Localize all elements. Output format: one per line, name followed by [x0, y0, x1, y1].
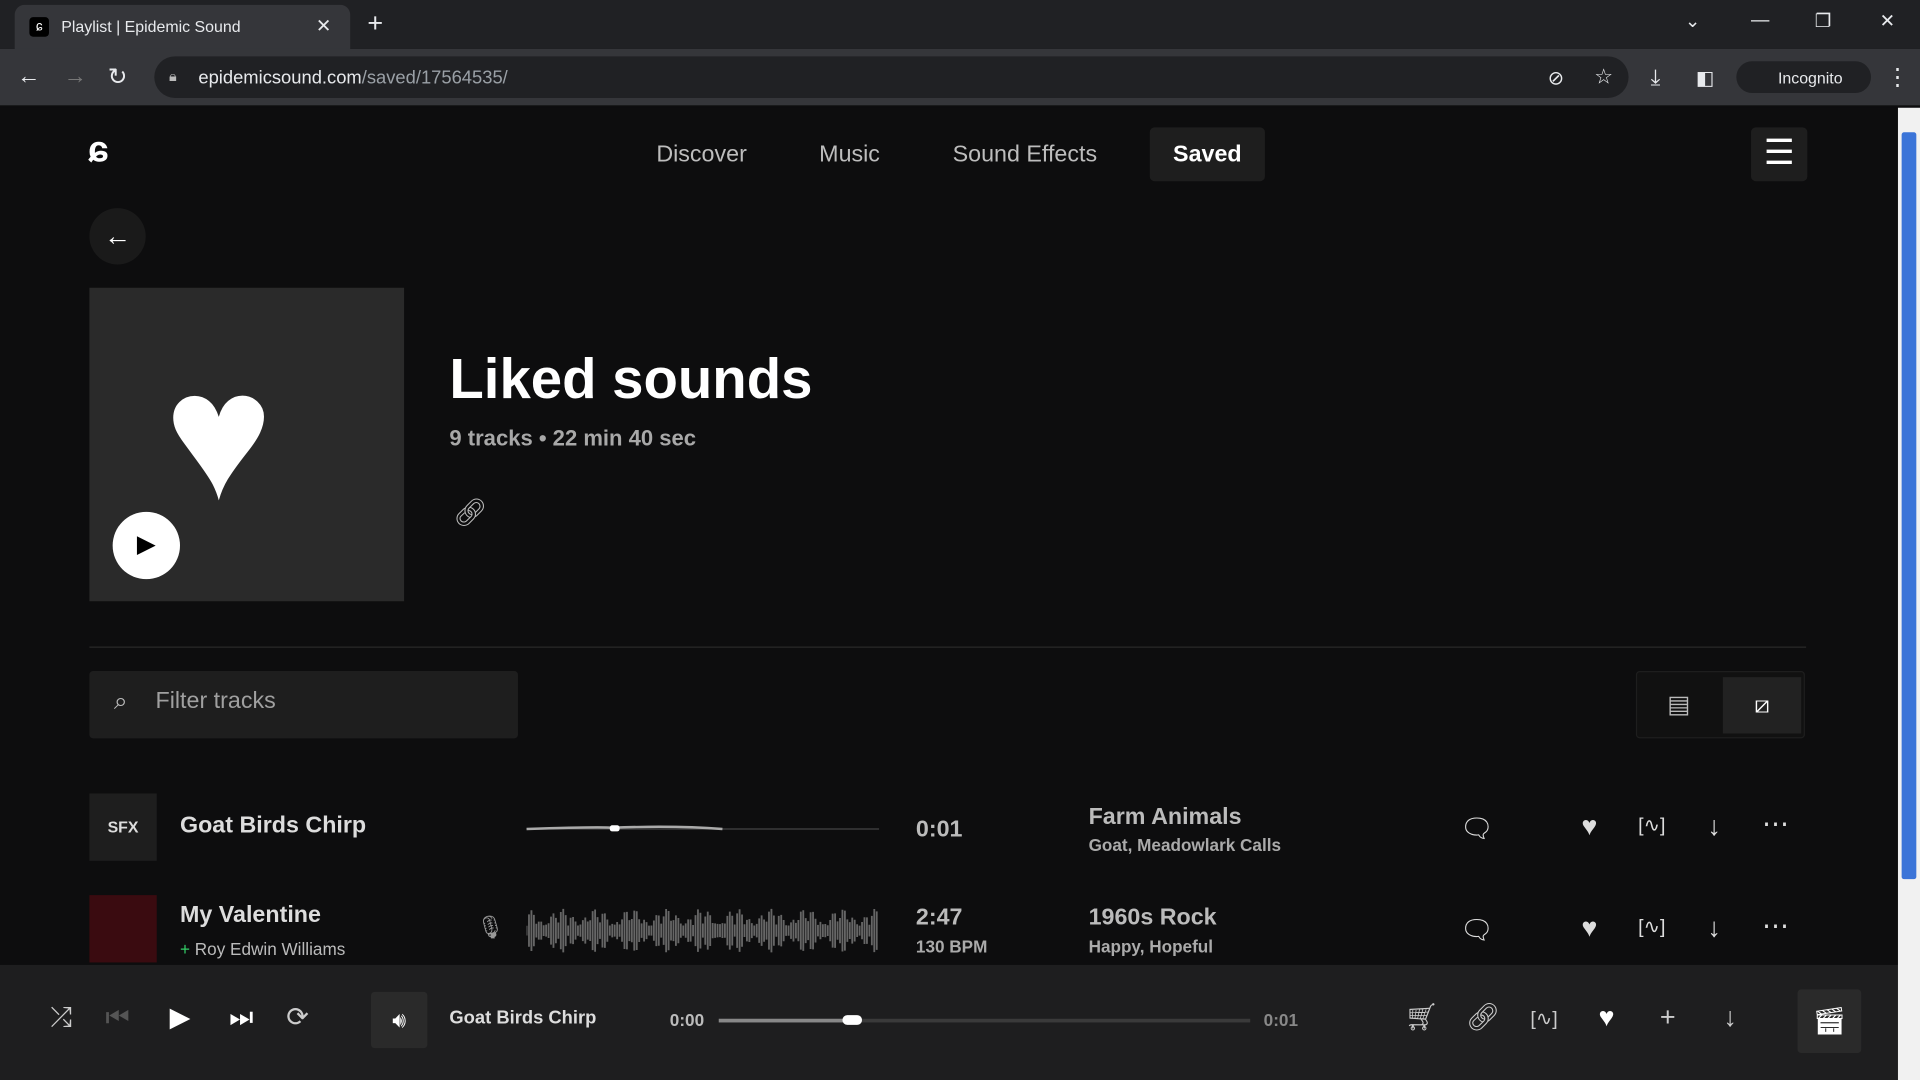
- close-tab-icon[interactable]: ✕: [316, 15, 331, 37]
- forward-icon[interactable]: →: [64, 64, 87, 91]
- track-duration: 0:01: [915, 816, 963, 843]
- play-icon[interactable]: ▶: [162, 1002, 199, 1034]
- cart-icon[interactable]: 🛒︎: [1403, 1002, 1440, 1034]
- minimize-button[interactable]: —: [1751, 10, 1769, 31]
- comment-icon[interactable]: 🗨︎: [1458, 915, 1495, 947]
- progress-fill: [718, 1018, 852, 1023]
- nav-sound-effects[interactable]: Sound Effects: [929, 127, 1120, 181]
- reload-icon[interactable]: ↻: [108, 64, 127, 92]
- view-toggle: ▤ ⧄: [1635, 671, 1805, 739]
- playlist-meta: 9 tracks • 22 min 40 sec: [449, 426, 697, 451]
- add-icon[interactable]: +: [1649, 1002, 1686, 1034]
- track-title[interactable]: My Valentine: [180, 902, 321, 929]
- back-button[interactable]: ←: [89, 208, 146, 265]
- track-category[interactable]: 1960s Rock: [1089, 905, 1217, 932]
- artist-name: Roy Edwin Williams: [194, 939, 346, 959]
- repeat-icon[interactable]: ⟳: [279, 1002, 316, 1034]
- hamburger-menu-icon[interactable]: ☰: [1751, 127, 1808, 182]
- now-playing-title[interactable]: Goat Birds Chirp: [449, 1008, 596, 1029]
- video-preview-icon[interactable]: 🎬︎: [1797, 989, 1862, 1054]
- epidemic-logo-icon[interactable]: ɕ: [88, 130, 108, 172]
- track-artist[interactable]: + Roy Edwin Williams: [180, 939, 345, 959]
- profile-label: Incognito: [1777, 68, 1843, 87]
- download-icon[interactable]: ↓: [1696, 811, 1733, 843]
- track-duration: 2:47: [915, 904, 963, 931]
- url-domain: epidemicsound.com: [198, 67, 362, 89]
- track-tags[interactable]: Happy, Hopeful: [1089, 937, 1213, 957]
- url-path: /saved/17564535/: [361, 67, 508, 89]
- restore-button[interactable]: ❐: [1815, 10, 1831, 32]
- more-icon[interactable]: ⋯: [1757, 808, 1794, 840]
- previous-icon[interactable]: ⏮︎: [99, 1002, 136, 1034]
- search-icon: ⌕: [113, 688, 128, 716]
- tab-search-icon[interactable]: ⌄: [1685, 10, 1700, 32]
- nav-music[interactable]: Music: [796, 127, 903, 181]
- album-art: [89, 895, 157, 963]
- play-playlist-button[interactable]: ▶: [112, 511, 181, 580]
- eye-off-icon[interactable]: ⊘: [1548, 66, 1564, 90]
- side-panel-icon[interactable]: ◧: [1696, 66, 1715, 90]
- filter-tracks[interactable]: ⌕: [89, 671, 518, 739]
- shuffle-icon[interactable]: ⤮: [43, 1002, 80, 1034]
- download-icon[interactable]: ↓: [1712, 1002, 1749, 1034]
- star-icon[interactable]: ☆: [1594, 65, 1613, 89]
- heart-icon[interactable]: ♥: [1571, 811, 1608, 843]
- link-icon[interactable]: 🔗︎: [1464, 1002, 1501, 1034]
- lock-icon: 🔒︎: [168, 67, 177, 85]
- divider: [89, 646, 1807, 648]
- page-title: Liked sounds: [449, 346, 813, 411]
- track-bpm: 130 BPM: [915, 936, 988, 957]
- next-icon[interactable]: ⏭︎: [223, 1002, 260, 1034]
- epidemic-favicon-icon: ɕ: [29, 17, 49, 37]
- browser-tab[interactable]: ɕ Playlist | Epidemic Sound ✕: [14, 4, 351, 49]
- stems-icon[interactable]: [∿]: [1633, 915, 1670, 939]
- stems-icon[interactable]: [∿]: [1526, 1007, 1563, 1031]
- scrollbar[interactable]: [1897, 107, 1920, 1080]
- new-tab-button[interactable]: +: [367, 7, 383, 39]
- progress-handle[interactable]: [841, 1015, 862, 1025]
- close-window-button[interactable]: ✕: [1880, 10, 1895, 32]
- nav-saved[interactable]: Saved: [1149, 127, 1265, 182]
- stems-icon[interactable]: [∿]: [1633, 813, 1670, 837]
- tab-title: Playlist | Epidemic Sound: [61, 17, 241, 36]
- scrollbar-thumb[interactable]: [1901, 132, 1917, 880]
- track-title[interactable]: Goat Birds Chirp: [180, 813, 366, 840]
- back-icon[interactable]: ←: [17, 64, 40, 91]
- heart-icon[interactable]: ♥: [1588, 1002, 1625, 1034]
- download-icon[interactable]: ↓: [1696, 912, 1733, 944]
- progress-slider[interactable]: [718, 1015, 1251, 1025]
- current-time: 0:00: [669, 1010, 705, 1030]
- link-icon[interactable]: 🔗︎: [453, 497, 487, 529]
- total-time: 0:01: [1263, 1010, 1298, 1030]
- comment-icon[interactable]: 🗨︎: [1458, 813, 1495, 845]
- track-tags[interactable]: Goat, Meadowlark Calls: [1089, 835, 1281, 855]
- url-text[interactable]: epidemicsound.com/saved/17564535/: [198, 67, 507, 88]
- waveform-hide-icon[interactable]: ⧄: [1722, 677, 1802, 734]
- incognito-profile[interactable]: Incognito: [1736, 61, 1872, 94]
- nav-discover[interactable]: Discover: [633, 127, 770, 181]
- waveform[interactable]: [526, 907, 880, 954]
- more-icon[interactable]: ⋯: [1757, 910, 1794, 942]
- waveform[interactable]: [526, 806, 880, 853]
- table-row[interactable]: My Valentine + Roy Edwin Williams 🎙︎ 2:4…: [89, 895, 1806, 968]
- track-category[interactable]: Farm Animals: [1089, 804, 1242, 831]
- add-icon[interactable]: +: [180, 939, 195, 959]
- download-icon[interactable]: ⤓: [1651, 65, 1661, 91]
- waveform-bars: [526, 908, 878, 953]
- heart-icon: ♥: [164, 331, 274, 538]
- table-row[interactable]: SFX Goat Birds Chirp 0:01 Farm Animals G…: [89, 793, 1806, 866]
- browser-menu-icon[interactable]: ⋮: [1886, 64, 1909, 92]
- filter-input[interactable]: [155, 688, 499, 716]
- track-thumbnail: SFX: [89, 793, 157, 861]
- volume-icon[interactable]: 🔊︎: [371, 991, 428, 1049]
- heart-icon[interactable]: ♥: [1571, 912, 1608, 944]
- list-view-icon[interactable]: ▤: [1640, 677, 1718, 733]
- vocals-mic-icon: 🎙︎: [476, 914, 505, 940]
